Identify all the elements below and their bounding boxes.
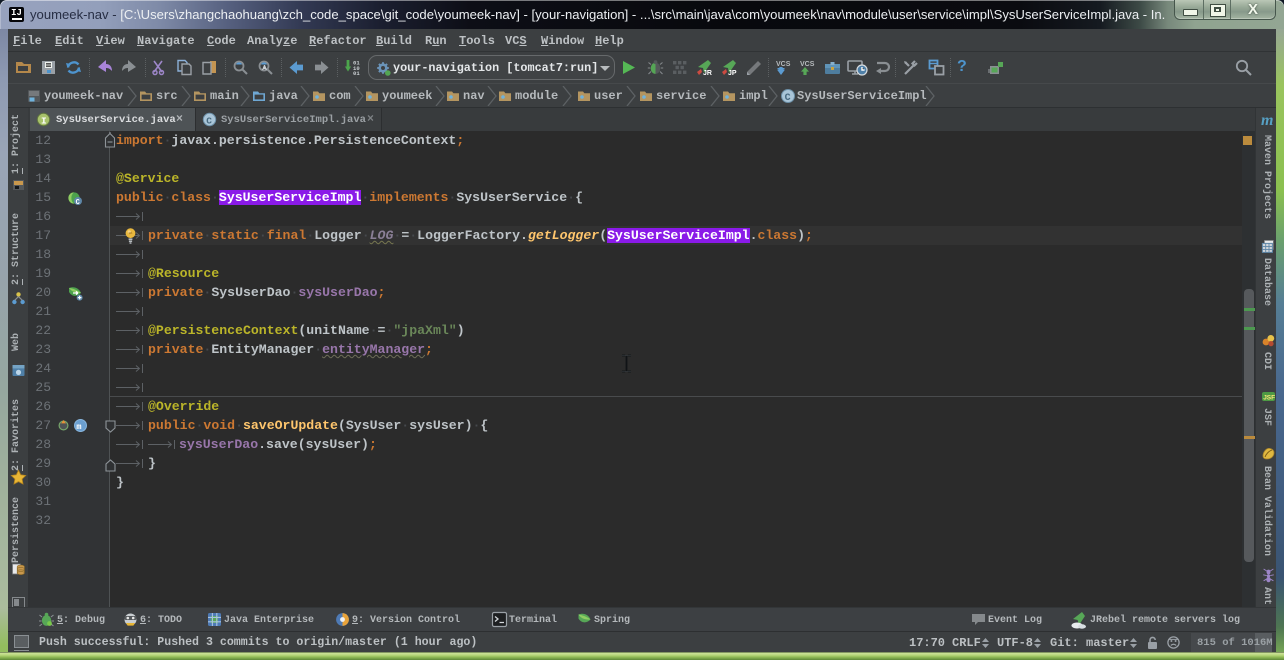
svg-text:VCS: VCS [800,61,815,68]
svg-text:C: C [785,93,791,104]
svg-text:I: I [41,115,47,126]
svg-text:C: C [76,199,80,206]
svg-text:JR: JR [703,70,712,76]
svg-text:VCS: VCS [776,61,791,68]
svg-text:m: m [76,422,81,432]
svg-text:01: 01 [353,70,360,76]
svg-text:C: C [206,115,212,126]
svg-text:JSF: JSF [1263,394,1275,401]
svg-text:JP: JP [728,70,737,76]
